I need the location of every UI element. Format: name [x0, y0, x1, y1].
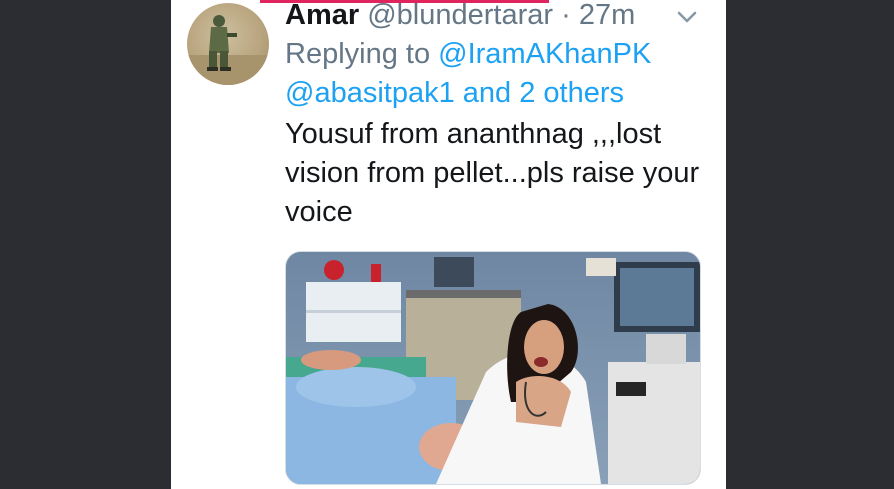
header-separator: ·: [561, 0, 571, 31]
tweet-media-image[interactable]: [285, 251, 701, 485]
reply-prefix: Replying to: [285, 38, 431, 70]
author-handle[interactable]: @blundertarar: [367, 0, 553, 31]
avatar-soldier-icon: [187, 15, 269, 85]
avatar[interactable]: [187, 3, 269, 85]
media-photo: [286, 252, 700, 484]
reply-mention-2[interactable]: @abasitpak1: [285, 77, 455, 109]
reply-and: and: [462, 77, 512, 109]
reply-context: Replying to @IramAKhanPK @abasitpak1 and…: [285, 35, 715, 113]
chevron-down-icon[interactable]: [676, 10, 698, 24]
tweet-card[interactable]: Amar @blundertarar · 27m Replying to @Ir…: [171, 0, 726, 489]
tweet-timestamp[interactable]: 27m: [579, 0, 635, 31]
tweet-header: Amar @blundertarar · 27m: [285, 0, 635, 34]
tweet-text: Yousuf from ananthnag ,,,lost vision fro…: [285, 118, 700, 228]
reply-others-link[interactable]: 2 others: [519, 77, 624, 109]
reply-mention-1[interactable]: @IramAKhanPK: [438, 38, 651, 70]
author-name[interactable]: Amar: [285, 0, 359, 31]
